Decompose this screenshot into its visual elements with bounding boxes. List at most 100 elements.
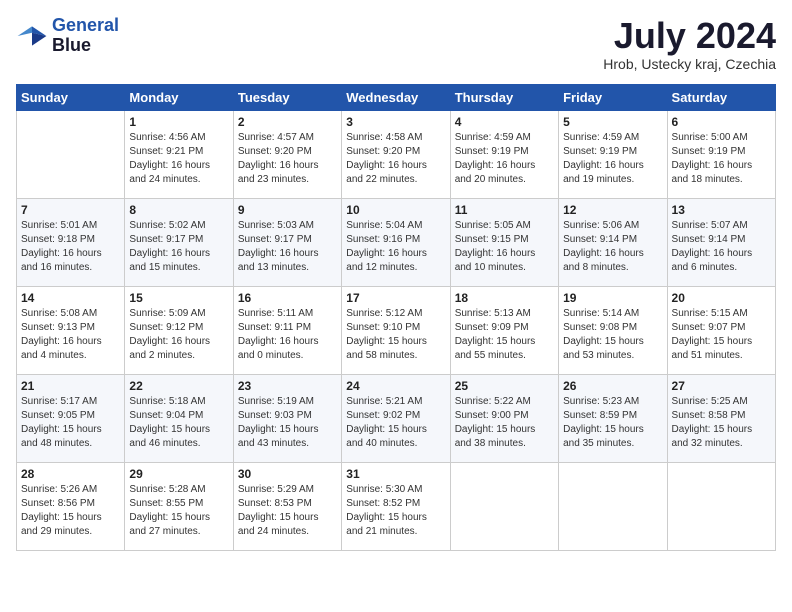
cell-info: Sunrise: 5:23 AM Sunset: 8:59 PM Dayligh…	[563, 395, 662, 451]
cell-info: Sunrise: 5:02 AM Sunset: 9:17 PM Dayligh…	[129, 219, 228, 275]
cell-day-number: 9	[238, 203, 337, 217]
logo-line1: General	[52, 15, 119, 35]
cell-info: Sunrise: 5:03 AM Sunset: 9:17 PM Dayligh…	[238, 219, 337, 275]
cell-info: Sunrise: 5:29 AM Sunset: 8:53 PM Dayligh…	[238, 483, 337, 539]
cell-info: Sunrise: 5:25 AM Sunset: 8:58 PM Dayligh…	[672, 395, 771, 451]
calendar-cell: 25 Sunrise: 5:22 AM Sunset: 9:00 PM Dayli…	[450, 374, 558, 462]
calendar-cell: 4 Sunrise: 4:59 AM Sunset: 9:19 PM Daylig…	[450, 110, 558, 198]
cell-info: Sunrise: 4:59 AM Sunset: 9:19 PM Dayligh…	[563, 131, 662, 187]
title-block: July 2024 Hrob, Ustecky kraj, Czechia	[603, 16, 776, 72]
week-row-3: 14 Sunrise: 5:08 AM Sunset: 9:13 PM Dayli…	[17, 286, 776, 374]
calendar-cell: 5 Sunrise: 4:59 AM Sunset: 9:19 PM Daylig…	[559, 110, 667, 198]
cell-day-number: 7	[21, 203, 120, 217]
calendar-cell: 8 Sunrise: 5:02 AM Sunset: 9:17 PM Daylig…	[125, 198, 233, 286]
cell-day-number: 25	[455, 379, 554, 393]
cell-info: Sunrise: 4:56 AM Sunset: 9:21 PM Dayligh…	[129, 131, 228, 187]
cell-info: Sunrise: 5:14 AM Sunset: 9:08 PM Dayligh…	[563, 307, 662, 363]
calendar-cell: 29 Sunrise: 5:28 AM Sunset: 8:55 PM Dayli…	[125, 462, 233, 550]
cell-day-number: 11	[455, 203, 554, 217]
day-header-tuesday: Tuesday	[233, 84, 341, 110]
calendar-cell: 13Sunrise: 5:07 AM Sunset: 9:14 PM Dayli…	[667, 198, 775, 286]
cell-day-number: 17	[346, 291, 445, 305]
cell-info: Sunrise: 5:15 AM Sunset: 9:07 PM Dayligh…	[672, 307, 771, 363]
calendar-cell	[559, 462, 667, 550]
cell-info: Sunrise: 5:13 AM Sunset: 9:09 PM Dayligh…	[455, 307, 554, 363]
cell-info: Sunrise: 5:17 AM Sunset: 9:05 PM Dayligh…	[21, 395, 120, 451]
day-header-saturday: Saturday	[667, 84, 775, 110]
cell-info: Sunrise: 5:19 AM Sunset: 9:03 PM Dayligh…	[238, 395, 337, 451]
cell-info: Sunrise: 5:05 AM Sunset: 9:15 PM Dayligh…	[455, 219, 554, 275]
logo-icon	[16, 20, 48, 52]
calendar-cell: 26 Sunrise: 5:23 AM Sunset: 8:59 PM Dayli…	[559, 374, 667, 462]
logo-line2: Blue	[52, 36, 119, 56]
cell-day-number: 29	[129, 467, 228, 481]
cell-day-number: 27	[672, 379, 771, 393]
calendar-cell: 17 Sunrise: 5:12 AM Sunset: 9:10 PM Dayli…	[342, 286, 450, 374]
cell-info: Sunrise: 5:00 AM Sunset: 9:19 PM Dayligh…	[672, 131, 771, 187]
calendar-body: 1 Sunrise: 4:56 AM Sunset: 9:21 PM Daylig…	[17, 110, 776, 550]
cell-info: Sunrise: 5:18 AM Sunset: 9:04 PM Dayligh…	[129, 395, 228, 451]
cell-day-number: 5	[563, 115, 662, 129]
day-header-friday: Friday	[559, 84, 667, 110]
cell-day-number: 1	[129, 115, 228, 129]
cell-day-number: 15	[129, 291, 228, 305]
calendar-cell: 31 Sunrise: 5:30 AM Sunset: 8:52 PM Dayli…	[342, 462, 450, 550]
cell-day-number: 6	[672, 115, 771, 129]
cell-info: Sunrise: 5:12 AM Sunset: 9:10 PM Dayligh…	[346, 307, 445, 363]
calendar-cell: 14 Sunrise: 5:08 AM Sunset: 9:13 PM Dayli…	[17, 286, 125, 374]
calendar-cell: 12Sunrise: 5:06 AM Sunset: 9:14 PM Dayli…	[559, 198, 667, 286]
calendar-cell: 28Sunrise: 5:26 AM Sunset: 8:56 PM Dayli…	[17, 462, 125, 550]
page-header: General Blue July 2024 Hrob, Ustecky kra…	[16, 16, 776, 72]
cell-info: Sunrise: 4:57 AM Sunset: 9:20 PM Dayligh…	[238, 131, 337, 187]
calendar-cell: 20Sunrise: 5:15 AM Sunset: 9:07 PM Dayli…	[667, 286, 775, 374]
logo: General Blue	[16, 16, 119, 56]
cell-day-number: 14	[21, 291, 120, 305]
cell-day-number: 18	[455, 291, 554, 305]
header-row: SundayMondayTuesdayWednesdayThursdayFrid…	[17, 84, 776, 110]
calendar-cell	[450, 462, 558, 550]
day-header-wednesday: Wednesday	[342, 84, 450, 110]
calendar-cell: 19 Sunrise: 5:14 AM Sunset: 9:08 PM Dayli…	[559, 286, 667, 374]
cell-day-number: 19	[563, 291, 662, 305]
calendar-cell: 9 Sunrise: 5:03 AM Sunset: 9:17 PM Daylig…	[233, 198, 341, 286]
calendar-cell: 2Sunrise: 4:57 AM Sunset: 9:20 PM Daylig…	[233, 110, 341, 198]
cell-info: Sunrise: 5:11 AM Sunset: 9:11 PM Dayligh…	[238, 307, 337, 363]
calendar-cell: 6 Sunrise: 5:00 AM Sunset: 9:19 PM Daylig…	[667, 110, 775, 198]
calendar-cell: 16Sunrise: 5:11 AM Sunset: 9:11 PM Dayli…	[233, 286, 341, 374]
cell-day-number: 10	[346, 203, 445, 217]
cell-info: Sunrise: 5:28 AM Sunset: 8:55 PM Dayligh…	[129, 483, 228, 539]
calendar-cell: 27 Sunrise: 5:25 AM Sunset: 8:58 PM Dayli…	[667, 374, 775, 462]
cell-day-number: 22	[129, 379, 228, 393]
cell-info: Sunrise: 5:08 AM Sunset: 9:13 PM Dayligh…	[21, 307, 120, 363]
day-header-monday: Monday	[125, 84, 233, 110]
calendar-cell: 23 Sunrise: 5:19 AM Sunset: 9:03 PM Dayli…	[233, 374, 341, 462]
week-row-2: 7 Sunrise: 5:01 AM Sunset: 9:18 PM Daylig…	[17, 198, 776, 286]
cell-day-number: 31	[346, 467, 445, 481]
calendar-cell	[17, 110, 125, 198]
location: Hrob, Ustecky kraj, Czechia	[603, 56, 776, 72]
calendar-cell: 3Sunrise: 4:58 AM Sunset: 9:20 PM Daylig…	[342, 110, 450, 198]
cell-info: Sunrise: 4:59 AM Sunset: 9:19 PM Dayligh…	[455, 131, 554, 187]
calendar-cell: 22 Sunrise: 5:18 AM Sunset: 9:04 PM Dayli…	[125, 374, 233, 462]
cell-info: Sunrise: 5:04 AM Sunset: 9:16 PM Dayligh…	[346, 219, 445, 275]
calendar-cell: 18 Sunrise: 5:13 AM Sunset: 9:09 PM Dayli…	[450, 286, 558, 374]
day-header-sunday: Sunday	[17, 84, 125, 110]
cell-info: Sunrise: 5:30 AM Sunset: 8:52 PM Dayligh…	[346, 483, 445, 539]
cell-day-number: 26	[563, 379, 662, 393]
cell-day-number: 4	[455, 115, 554, 129]
day-header-thursday: Thursday	[450, 84, 558, 110]
cell-day-number: 23	[238, 379, 337, 393]
cell-info: Sunrise: 5:22 AM Sunset: 9:00 PM Dayligh…	[455, 395, 554, 451]
calendar-cell: 1 Sunrise: 4:56 AM Sunset: 9:21 PM Daylig…	[125, 110, 233, 198]
cell-info: Sunrise: 5:06 AM Sunset: 9:14 PM Dayligh…	[563, 219, 662, 275]
calendar-cell: 24Sunrise: 5:21 AM Sunset: 9:02 PM Dayli…	[342, 374, 450, 462]
cell-info: Sunrise: 5:09 AM Sunset: 9:12 PM Dayligh…	[129, 307, 228, 363]
cell-day-number: 3	[346, 115, 445, 129]
cell-day-number: 21	[21, 379, 120, 393]
calendar-header: SundayMondayTuesdayWednesdayThursdayFrid…	[17, 84, 776, 110]
calendar-cell	[667, 462, 775, 550]
cell-info: Sunrise: 5:07 AM Sunset: 9:14 PM Dayligh…	[672, 219, 771, 275]
cell-info: Sunrise: 5:01 AM Sunset: 9:18 PM Dayligh…	[21, 219, 120, 275]
cell-day-number: 8	[129, 203, 228, 217]
cell-day-number: 30	[238, 467, 337, 481]
